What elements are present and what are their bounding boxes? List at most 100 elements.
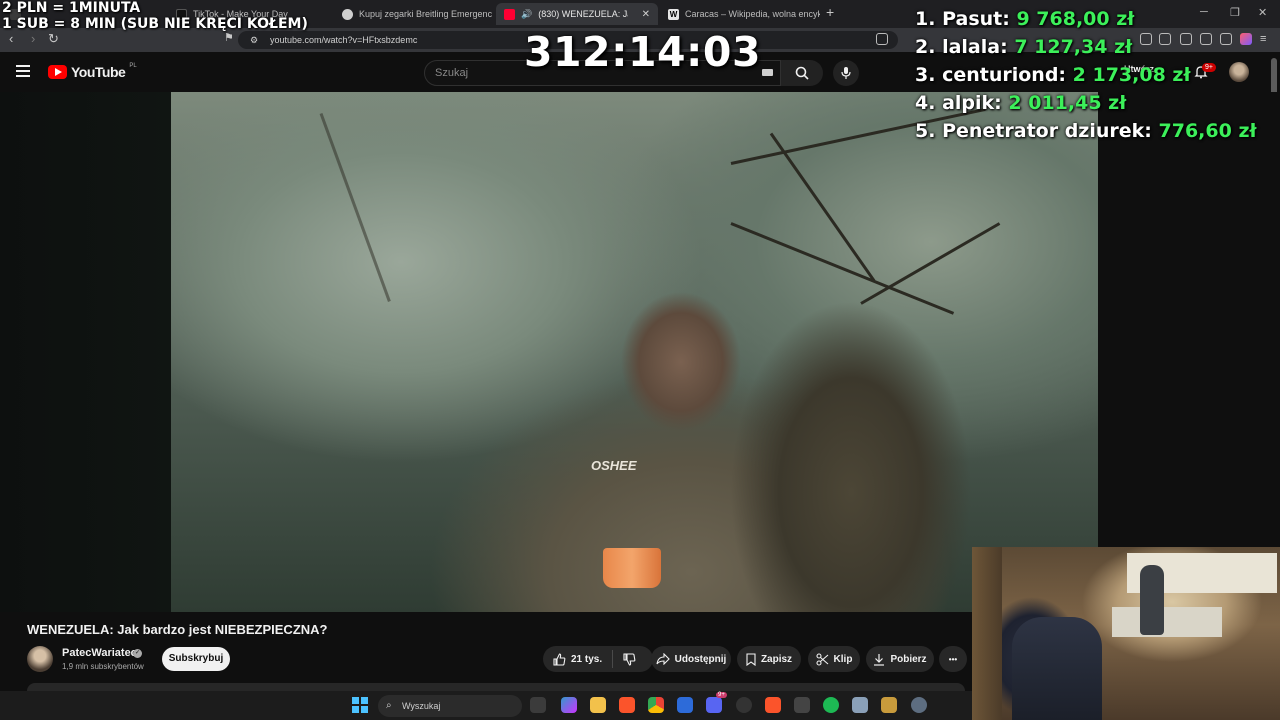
leaderboard-rank: 4. <box>915 92 936 114</box>
clip-label: Klip <box>833 653 853 665</box>
brave-browser-icon[interactable] <box>619 697 635 713</box>
league-icon[interactable] <box>881 697 897 713</box>
youtube-logo[interactable]: YouTube PL <box>48 63 137 80</box>
obs-icon[interactable] <box>736 697 752 713</box>
file-explorer-icon[interactable] <box>590 697 606 713</box>
keyboard-icon[interactable] <box>762 69 773 76</box>
channel-avatar[interactable] <box>27 646 53 672</box>
leaderboard-name: Penetrator dziurek: <box>942 120 1152 142</box>
leaderboard-rank: 1. <box>915 8 936 30</box>
video-title: WENEZUELA: Jak bardzo jest NIEBEZPIECZNA… <box>27 622 328 637</box>
donation-rate-line-1: 2 PLN = 1MINUTA <box>2 0 141 16</box>
discord-badge: 9+ <box>716 692 727 698</box>
leaderboard-amount: 2 173,08 zł <box>1072 64 1191 86</box>
app-icon[interactable] <box>794 697 810 713</box>
taskbar-search-placeholder: Wyszukaj <box>402 701 441 711</box>
copilot-icon[interactable] <box>561 697 577 713</box>
microphone-icon <box>841 67 851 79</box>
chrome-icon[interactable] <box>648 697 664 713</box>
close-icon[interactable]: ✕ <box>642 9 650 20</box>
new-tab-button[interactable]: + <box>826 4 834 20</box>
taskbar-search-input[interactable]: ⌕ Wyszukaj <box>378 695 522 717</box>
speaker-icon[interactable]: 🔊 <box>521 9 532 20</box>
browser-tab-wikipedia[interactable]: W Caracas – Wikipedia, wolna encyklop <box>660 3 820 25</box>
leaderboard-row-1: 1. Pasut: 9 768,00 zł <box>915 8 1134 30</box>
windows-start-icon[interactable] <box>352 697 368 713</box>
discord-icon[interactable] <box>706 697 722 713</box>
gaming-chair <box>1012 617 1102 720</box>
leaderboard-rank: 5. <box>915 120 936 142</box>
brave-rewards-icon[interactable] <box>1240 33 1252 45</box>
leaderboard-amount: 9 768,00 zł <box>1016 8 1135 30</box>
browser-tab-breitling[interactable]: Kupuj zegarki Breitling Emergency II <box>334 3 492 25</box>
leaderboard-name: alpik: <box>942 92 1002 114</box>
bookmark-icon[interactable]: ⚑ <box>224 31 234 44</box>
thumbs-down-icon[interactable] <box>623 652 636 666</box>
wikipedia-icon: W <box>668 8 679 20</box>
tab-label: Caracas – Wikipedia, wolna encyklop <box>685 9 820 19</box>
player-backdrop-right <box>1098 92 1280 547</box>
cast-icon[interactable] <box>876 33 888 45</box>
forward-icon[interactable]: › <box>31 31 35 46</box>
reload-icon[interactable]: ↻ <box>48 31 59 47</box>
leaderboard-row-4: 4. alpik: 2 011,45 zł <box>915 92 1126 114</box>
download-button[interactable]: Pobierz <box>866 646 934 672</box>
orange-cup <box>603 548 661 588</box>
account-avatar[interactable] <box>1229 62 1249 82</box>
brave-active-icon[interactable] <box>765 697 781 713</box>
youtube-wordmark: YouTube <box>71 64 126 80</box>
ai-icon[interactable] <box>1200 33 1212 45</box>
store-icon[interactable] <box>677 697 693 713</box>
leaderboard-rank: 3. <box>915 64 936 86</box>
donation-rate-line-2: 1 SUB = 8 MIN (SUB NIE KRĘCI KOŁEM) <box>2 16 308 32</box>
leaderboard-amount: 2 011,45 zł <box>1008 92 1127 114</box>
save-label: Zapisz <box>760 653 793 665</box>
windows-taskbar: ⌕ Wyszukaj 9+ <box>0 691 972 720</box>
menu-icon[interactable]: ≡ <box>1260 33 1272 45</box>
more-actions-button[interactable]: ••• <box>939 646 967 672</box>
calculator-icon[interactable] <box>852 697 868 713</box>
leaderboard-amount: 7 127,34 zł <box>1014 36 1133 58</box>
settings-gear-icon[interactable] <box>911 697 927 713</box>
sidebar-icon[interactable] <box>1159 33 1171 45</box>
tab-label: Kupuj zegarki Breitling Emergency II <box>359 9 492 19</box>
spotify-icon[interactable] <box>823 697 839 713</box>
thumbs-up-icon[interactable] <box>553 652 566 666</box>
save-button[interactable]: Zapisz <box>737 646 801 672</box>
leaderboard-rank: 2. <box>915 36 936 58</box>
kitchen-counter <box>1112 607 1222 637</box>
subathon-timer: 312:14:03 <box>524 28 761 76</box>
leaderboard-row-2: 2. lalala: 7 127,34 zł <box>915 36 1132 58</box>
share-icon <box>656 653 670 665</box>
hamburger-menu-icon[interactable] <box>16 65 30 77</box>
video-player[interactable]: OSHEE <box>171 92 1098 612</box>
search-icon: ⌕ <box>386 700 392 711</box>
voice-search-button[interactable] <box>833 60 859 86</box>
clip-button[interactable]: Klip <box>808 646 860 672</box>
share-button[interactable]: Udostępnij <box>651 646 731 672</box>
close-window-icon[interactable]: ✕ <box>1258 6 1267 19</box>
wallet-icon[interactable] <box>1180 33 1192 45</box>
subscribe-button[interactable]: Subskrybuj <box>162 647 230 671</box>
music-icon[interactable] <box>1140 33 1152 45</box>
channel-name[interactable]: PatecWariatec <box>62 647 137 659</box>
site-info-icon[interactable]: ⚙ <box>250 31 258 49</box>
tree-branch <box>319 112 391 302</box>
tab-label: (830) WENEZUELA: Jak bardzo <box>538 9 628 19</box>
url-text: youtube.com/watch?v=HFtxsbzdemc <box>270 35 418 45</box>
like-count[interactable]: 21 tys. <box>571 654 602 665</box>
youtube-play-icon <box>48 65 67 79</box>
back-icon[interactable]: ‹ <box>9 31 13 46</box>
like-divider <box>612 650 613 668</box>
maximize-icon[interactable]: ❐ <box>1230 6 1240 19</box>
leaderboard-row-5: 5. Penetrator dziurek: 776,60 zł <box>915 120 1257 142</box>
shield-icon[interactable] <box>1220 33 1232 45</box>
task-view-icon[interactable] <box>530 697 546 713</box>
verified-badge-icon: ✓ <box>133 649 142 658</box>
browser-tab-youtube[interactable]: 🔊 (830) WENEZUELA: Jak bardzo ✕ <box>496 3 658 25</box>
search-button[interactable] <box>781 60 823 86</box>
webcam-feed <box>972 547 1280 720</box>
person-in-kitchen <box>1140 565 1164 635</box>
minimize-icon[interactable]: ─ <box>1200 6 1208 18</box>
subscriber-count: 1,9 mln subskrybentów <box>62 662 144 671</box>
